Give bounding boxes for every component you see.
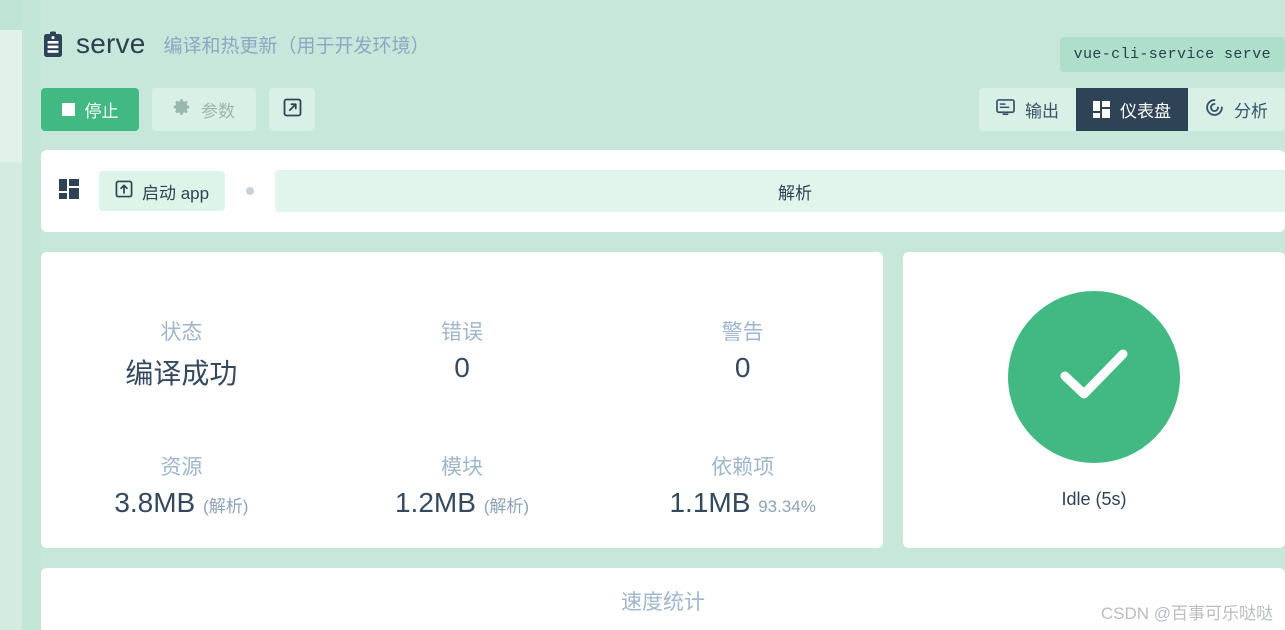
- toolbar: 停止 参数 输出 仪表盘 分析: [41, 88, 1285, 150]
- speed-stats-card: 速度统计: [41, 568, 1285, 630]
- stat-errors: 错误 0: [322, 316, 603, 392]
- sidebar-strip: [0, 0, 22, 630]
- build-progress-label: 解析: [778, 183, 813, 203]
- stats-row: 状态 编译成功 错误 0 警告 0 资源 3.8MB (解析) 模块 1.2MB…: [41, 252, 1285, 548]
- stat-modules-value: 1.2MB (解析): [322, 487, 603, 519]
- stat-warnings-label: 警告: [721, 320, 764, 344]
- stat-dependencies: 依赖项 1.1MB 93.34%: [602, 451, 883, 519]
- app-root: serve 编译和热更新（用于开发环境） vue-cli-service ser…: [0, 0, 1285, 630]
- check-icon: [1059, 346, 1129, 407]
- stat-errors-value: 0: [454, 351, 470, 383]
- build-progress-bar: 解析: [275, 170, 1285, 212]
- status-badge: [1008, 290, 1180, 463]
- dashboard-toolbar-card: 启动 app 解析: [41, 150, 1285, 232]
- tab-output-label: 输出: [1025, 102, 1059, 121]
- stat-warnings-value: 0: [734, 351, 751, 383]
- analyze-donut-icon: [1205, 98, 1224, 122]
- page-title: serve: [76, 28, 146, 59]
- open-external-button[interactable]: [269, 88, 315, 131]
- external-link-icon: [283, 98, 302, 122]
- square-stop-icon: [61, 103, 75, 116]
- stat-errors-label: 错误: [441, 320, 483, 344]
- separator-dot: [246, 187, 255, 195]
- page-subtitle: 编译和热更新（用于开发环境）: [163, 35, 430, 57]
- status-label: Idle (5s): [1061, 488, 1127, 509]
- stat-assets-value: 3.8MB (解析): [41, 487, 322, 519]
- command-badge: vue-cli-service serve: [1059, 37, 1285, 72]
- build-stats-card: 状态 编译成功 错误 0 警告 0 资源 3.8MB (解析) 模块 1.2MB…: [41, 252, 883, 548]
- parameters-button-label: 参数: [201, 102, 235, 121]
- stat-modules: 模块 1.2MB (解析): [322, 451, 603, 519]
- stat-dependencies-number: 1.1MB: [669, 486, 751, 518]
- speed-stats-title: 速度统计: [621, 591, 705, 614]
- stop-button[interactable]: 停止: [41, 88, 139, 131]
- launch-app-button-label: 启动 app: [142, 183, 210, 203]
- dashboard-grid-icon-glyph: [59, 178, 79, 199]
- sidebar-strip-segment: [0, 162, 22, 630]
- terminal-output-icon: [996, 98, 1015, 121]
- toolbar-left-group: 停止 参数: [41, 88, 315, 131]
- stat-warnings: 警告 0: [602, 316, 883, 392]
- stat-modules-number: 1.2MB: [394, 486, 476, 518]
- stat-dependencies-value: 1.1MB 93.34%: [602, 487, 883, 519]
- gear-icon: [173, 98, 191, 121]
- sidebar-strip-segment: [0, 0, 22, 30]
- tab-dashboard-label: 仪表盘: [1120, 102, 1171, 121]
- sidebar-strip-segment: [0, 92, 22, 162]
- stop-button-label: 停止: [84, 102, 119, 121]
- stat-assets-suffix: (解析): [203, 496, 249, 516]
- tab-output[interactable]: 输出: [979, 88, 1076, 131]
- build-status-card: Idle (5s): [903, 252, 1285, 548]
- sidebar-gutter: [22, 0, 41, 630]
- view-tabs: 输出 仪表盘 分析: [979, 88, 1285, 131]
- dashboard-grid-icon: [1093, 101, 1110, 118]
- stat-assets-label: 资源: [160, 455, 203, 479]
- stat-status-label: 状态: [160, 320, 203, 344]
- page-header: serve 编译和热更新（用于开发环境） vue-cli-service ser…: [41, 0, 1285, 88]
- stats-grid-row-1: 状态 编译成功 错误 0 警告 0: [41, 316, 883, 392]
- dashboard-grid-icon: [59, 178, 79, 204]
- stat-dependencies-label: 依赖项: [711, 455, 775, 479]
- main-column: serve 编译和热更新（用于开发环境） vue-cli-service ser…: [41, 0, 1285, 630]
- stat-assets: 资源 3.8MB (解析): [41, 451, 322, 519]
- tab-dashboard[interactable]: 仪表盘: [1076, 88, 1188, 131]
- parameters-button[interactable]: 参数: [152, 88, 256, 131]
- stat-status-value: 编译成功: [125, 357, 238, 389]
- launch-app-button[interactable]: 启动 app: [99, 171, 226, 211]
- stat-assets-number: 3.8MB: [114, 486, 196, 518]
- stat-status: 状态 编译成功: [41, 316, 322, 392]
- launch-box-icon: [115, 180, 133, 203]
- clipboard-icon: [41, 31, 65, 58]
- stat-modules-suffix: (解析): [483, 496, 530, 516]
- stats-grid-row-2: 资源 3.8MB (解析) 模块 1.2MB (解析) 依赖项 1.1MB 93…: [41, 451, 883, 519]
- stat-modules-label: 模块: [441, 455, 483, 479]
- stat-dependencies-suffix: 93.34%: [758, 496, 816, 516]
- tab-analyze-label: 分析: [1234, 102, 1268, 121]
- sidebar-strip-segment: [0, 30, 22, 92]
- tab-analyze[interactable]: 分析: [1188, 88, 1285, 131]
